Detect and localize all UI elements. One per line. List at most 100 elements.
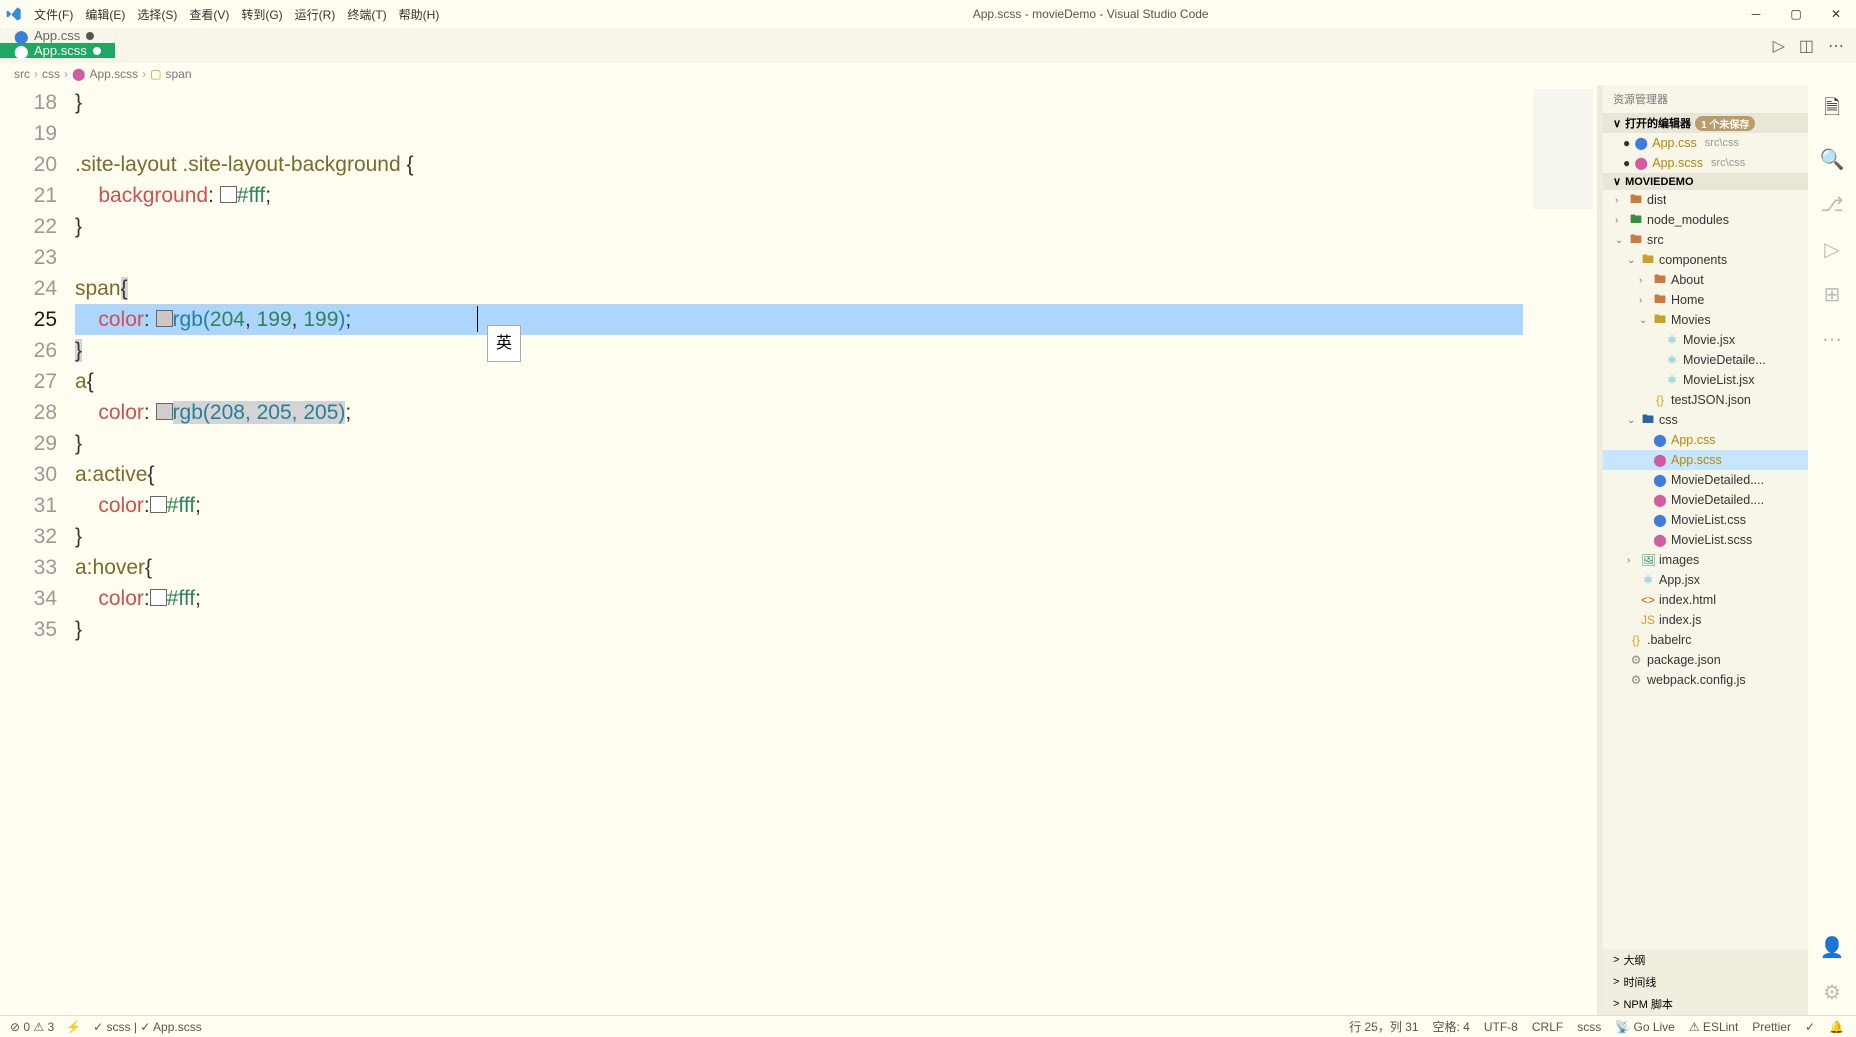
file-item[interactable]: ⚛Movie.jsx <box>1603 330 1808 350</box>
minimap[interactable] <box>1523 85 1603 1015</box>
status-item[interactable]: ⚡ <box>66 1020 81 1034</box>
editor[interactable]: 181920212223242526272829303132333435 英 }… <box>0 85 1603 1015</box>
menu-item[interactable]: 查看(V) <box>183 8 235 22</box>
code-line[interactable]: .site-layout .site-layout-background { <box>75 149 1523 180</box>
file-item[interactable]: ⬤MovieDetailed.... <box>1603 470 1808 490</box>
menu-item[interactable]: 编辑(E) <box>79 8 131 22</box>
folder-item[interactable]: ›🖿node_modules <box>1603 210 1808 230</box>
tab-label: App.css <box>34 28 80 43</box>
code-line[interactable]: } <box>75 428 1523 459</box>
file-item[interactable]: ⚙package.json <box>1603 650 1808 670</box>
file-item[interactable]: <>index.html <box>1603 590 1808 610</box>
file-item[interactable]: {}testJSON.json <box>1603 390 1808 410</box>
folder-item[interactable]: ⌄🖿css <box>1603 410 1808 430</box>
editor-tab[interactable]: ⬤App.scss <box>0 43 116 58</box>
file-item[interactable]: ⚛MovieDetaile... <box>1603 350 1808 370</box>
status-item[interactable]: 🔔 <box>1829 1020 1844 1034</box>
status-item[interactable]: 行 25，列 31 <box>1349 1018 1418 1035</box>
scrollbar[interactable] <box>1597 85 1603 1015</box>
explorer-icon[interactable]: 🗎 <box>1824 93 1840 127</box>
folder-item[interactable]: ⌄🖿src <box>1603 230 1808 250</box>
file-item[interactable]: ⚛MovieList.jsx <box>1603 370 1808 390</box>
timeline-section[interactable]: > 时间线 <box>1603 971 1808 993</box>
npm-scripts-section[interactable]: > NPM 脚本 <box>1603 993 1808 1015</box>
menu-item[interactable]: 运行(R) <box>289 8 342 22</box>
status-item[interactable]: scss <box>1577 1020 1601 1034</box>
more-icon[interactable]: ⋯ <box>1822 327 1842 352</box>
status-item[interactable]: ✓ <box>1805 1020 1815 1034</box>
breadcrumb[interactable]: src› css› ⬤ App.scss› ▢ span <box>0 63 1856 85</box>
search-icon[interactable]: 🔍 <box>1820 147 1845 172</box>
account-icon[interactable]: 👤 <box>1820 935 1845 960</box>
menu-item[interactable]: 文件(F) <box>28 8 79 22</box>
code-line[interactable]: } <box>75 335 1523 366</box>
folder-item[interactable]: ›🖿dist <box>1603 190 1808 210</box>
file-item[interactable]: ⬤MovieList.scss <box>1603 530 1808 550</box>
status-item[interactable]: ⚠ ESLint <box>1689 1020 1738 1034</box>
code-line[interactable]: color:#fff; <box>75 490 1523 521</box>
code-line[interactable]: } <box>75 521 1523 552</box>
folder-item[interactable]: ›🖿About <box>1603 270 1808 290</box>
minimize-button[interactable]: ─ <box>1736 7 1776 21</box>
status-item[interactable]: Prettier <box>1752 1020 1791 1034</box>
code-line[interactable]: } <box>75 614 1523 645</box>
tab-label: App.scss <box>34 43 87 58</box>
file-item[interactable]: {}.babelrc <box>1603 630 1808 650</box>
menu-item[interactable]: 终端(T) <box>341 8 392 22</box>
breadcrumb-item[interactable]: css <box>42 67 60 81</box>
status-item[interactable]: 空格: 4 <box>1433 1018 1470 1035</box>
split-editor-icon[interactable]: ◫ <box>1799 36 1814 56</box>
code-line[interactable]: background: #fff; <box>75 180 1523 211</box>
menu-item[interactable]: 帮助(H) <box>393 8 446 22</box>
folder-item[interactable]: ›🖿Home <box>1603 290 1808 310</box>
file-item[interactable]: ⬤MovieDetailed.... <box>1603 490 1808 510</box>
editor-tab[interactable]: ⬤App.css <box>0 28 116 43</box>
project-header[interactable]: ∨MOVIEDEMO <box>1603 173 1808 190</box>
code-line[interactable]: } <box>75 87 1523 118</box>
code-line[interactable]: a:hover{ <box>75 552 1523 583</box>
menu-item[interactable]: 转到(G) <box>235 8 288 22</box>
status-item[interactable]: ⊘ 0 ⚠ 3 <box>10 1020 54 1034</box>
folder-item[interactable]: ›🖼images <box>1603 550 1808 570</box>
status-item[interactable]: ✓ scss | ✓ App.scss <box>93 1020 202 1034</box>
status-item[interactable]: 📡 Go Live <box>1615 1020 1675 1034</box>
css-icon: ⬤ <box>1634 136 1648 150</box>
file-item[interactable]: ⚙webpack.config.js <box>1603 670 1808 690</box>
code-line[interactable]: color: rgb(204, 199, 199); <box>75 304 1523 335</box>
file-item[interactable]: ⬤App.css <box>1603 430 1808 450</box>
status-item[interactable]: UTF-8 <box>1484 1020 1518 1034</box>
code-line[interactable] <box>75 242 1523 273</box>
code-area[interactable]: 英 }.site-layout .site-layout-background … <box>75 85 1523 1015</box>
code-line[interactable] <box>75 118 1523 149</box>
breadcrumb-item[interactable]: App.scss <box>89 67 138 81</box>
debug-icon[interactable]: ▷ <box>1824 237 1839 262</box>
code-line[interactable]: color: rgb(208, 205, 205); <box>75 397 1523 428</box>
breadcrumb-item[interactable]: span <box>165 67 191 81</box>
source-control-icon[interactable]: ⎇ <box>1820 192 1843 217</box>
code-line[interactable]: a{ <box>75 366 1523 397</box>
file-item[interactable]: ⬤App.scss <box>1603 450 1808 470</box>
code-line[interactable]: span{ <box>75 273 1523 304</box>
run-icon[interactable]: ▷ <box>1773 36 1785 56</box>
file-item[interactable]: ⚛App.jsx <box>1603 570 1808 590</box>
extensions-icon[interactable]: ⊞ <box>1824 282 1841 307</box>
file-item[interactable]: JSindex.js <box>1603 610 1808 630</box>
code-line[interactable]: } <box>75 211 1523 242</box>
file-tree[interactable]: ›🖿dist›🖿node_modules⌄🖿src⌄🖿components›🖿A… <box>1603 190 1808 949</box>
more-actions-icon[interactable]: ⋯ <box>1828 36 1844 56</box>
menu-item[interactable]: 选择(S) <box>131 8 183 22</box>
code-line[interactable]: a:active{ <box>75 459 1523 490</box>
code-line[interactable]: color:#fff; <box>75 583 1523 614</box>
outline-section[interactable]: > 大纲 <box>1603 949 1808 971</box>
close-button[interactable]: ✕ <box>1816 7 1856 21</box>
open-editor-item[interactable]: ●⬤App.csssrc\css <box>1603 133 1808 153</box>
folder-item[interactable]: ⌄🖿Movies <box>1603 310 1808 330</box>
breadcrumb-item[interactable]: src <box>14 67 30 81</box>
settings-icon[interactable]: ⚙ <box>1823 980 1841 1005</box>
file-item[interactable]: ⬤MovieList.css <box>1603 510 1808 530</box>
status-item[interactable]: CRLF <box>1532 1020 1563 1034</box>
folder-item[interactable]: ⌄🖿components <box>1603 250 1808 270</box>
open-editor-item[interactable]: ●⬤App.scsssrc\css <box>1603 153 1808 173</box>
maximize-button[interactable]: ▢ <box>1776 7 1816 21</box>
open-editors-header[interactable]: ∨打开的编辑器 1 个未保存 <box>1603 113 1808 133</box>
